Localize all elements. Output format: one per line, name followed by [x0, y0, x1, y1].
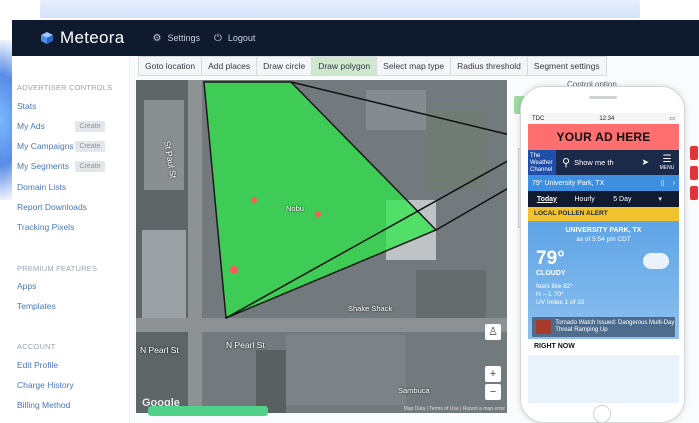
map-attribution[interactable]: Map Data | Terms of Use | Report a map e… — [404, 406, 505, 412]
weather-place: UNIVERSITY PARK, TX — [565, 227, 642, 234]
sidebar-item-my-segments[interactable]: My Segments — [17, 161, 69, 171]
cloud-icon — [643, 253, 669, 269]
section-account: ACCOUNT — [17, 342, 56, 351]
weather-app-header: The Weather Channel ⚲ Show me th ➤ ☰ MEN… — [528, 150, 679, 175]
tab-hourly[interactable]: Hourly — [566, 196, 604, 203]
red-tab-1[interactable] — [690, 146, 698, 160]
sidebar-item-billing-method[interactable]: Billing Method — [17, 400, 70, 410]
phone-status-bar: TDC 12:34 ▭ — [528, 113, 679, 124]
current-conditions: UNIVERSITY PARK, TX as of 5:54 pm CDT 79… — [528, 221, 679, 339]
weather-condition: CLOUDY — [536, 270, 566, 277]
location-label: 79° University Park, TX — [532, 179, 605, 187]
street-label-pearl-2: N Pearl St — [226, 340, 265, 350]
search-icon: ⚲ — [562, 157, 571, 169]
red-tab-3[interactable] — [690, 186, 698, 200]
section-advertiser-controls: ADVERTISER CONTROLS — [17, 83, 113, 92]
zoom-in-button[interactable]: + — [485, 366, 501, 382]
tool-segment-settings[interactable]: Segment settings — [528, 57, 606, 75]
sidebar-item-apps[interactable]: Apps — [17, 281, 36, 291]
power-icon: ⏻ — [213, 32, 222, 44]
sidebar-item-edit-profile[interactable]: Edit Profile — [17, 360, 58, 370]
sidebar-item-tracking-pixels[interactable]: Tracking Pixels — [17, 222, 74, 232]
carrier-label: TDC — [532, 115, 545, 122]
tool-add-places[interactable]: Add places — [202, 57, 258, 75]
create-campaign-button[interactable]: Create — [75, 141, 105, 152]
sidebar-item-report-downloads[interactable]: Report Downloads — [17, 202, 87, 212]
tool-select-map-type[interactable]: Select map type — [377, 57, 452, 75]
poi-shake-shack[interactable]: Shake Shack — [348, 304, 392, 313]
chevron-down-icon[interactable]: ▾ — [641, 195, 679, 203]
bookmark-icon[interactable]: ▯ — [661, 179, 665, 187]
sidebar-item-my-campaigns[interactable]: My Campaigns — [17, 141, 74, 151]
red-tab-2[interactable] — [690, 166, 698, 180]
battery-icon: ▭ — [669, 116, 675, 122]
menu-label: MENU — [659, 164, 675, 171]
pegman-icon[interactable]: ♙ — [485, 324, 501, 340]
weather-channel-logo[interactable]: The Weather Channel — [528, 150, 556, 175]
hi-lo: H -- L 70° — [536, 291, 564, 298]
street-label-pearl-1: N Pearl St — [140, 345, 179, 355]
create-ad-button[interactable]: Create — [75, 121, 105, 132]
zoom-out-button[interactable]: − — [485, 384, 501, 400]
map-toolbar: Goto location Add places Draw circle Dra… — [138, 56, 607, 76]
tool-goto-location[interactable]: Goto location — [139, 57, 203, 75]
sidebar-item-my-ads[interactable]: My Ads — [17, 121, 45, 131]
menu-button[interactable]: ☰ MENU — [655, 153, 679, 171]
location-arrow-icon[interactable]: ➤ — [641, 157, 649, 168]
satellite-map[interactable]: St Paul St N Pearl St N Pearl St Nobu Sh… — [136, 80, 507, 413]
news-headline: Tornado Watch Issued: Dangerous Multi-Da… — [555, 320, 675, 333]
search-placeholder: Show me th — [574, 158, 614, 167]
news-item[interactable]: Tornado Watch Issued: Dangerous Multi-Da… — [532, 317, 675, 337]
nav-settings[interactable]: ⚙ Settings — [152, 33, 200, 44]
clock-label: 12:34 — [599, 115, 615, 122]
feels-like: feels like 82° — [536, 283, 573, 290]
location-row[interactable]: 79° University Park, TX ▯ › — [528, 175, 679, 191]
weather-search[interactable]: ⚲ Show me th — [556, 156, 641, 169]
uv-index: UV Index 1 of 10 — [536, 299, 585, 306]
forecast-tabs: Today Hourly 5 Day ▾ — [528, 191, 679, 207]
weather-details: feels like 82° H -- L 70° UV Index 1 of … — [536, 283, 584, 307]
brand-name: Meteora — [60, 28, 125, 47]
brand-logo[interactable]: Meteora — [40, 28, 124, 48]
section-premium-features: PREMIUM FEATURES — [17, 264, 98, 273]
gear-icon: ⚙ — [152, 32, 162, 44]
phone-home-button — [593, 405, 611, 422]
weather-asof: as of 5:54 pm CDT — [576, 236, 631, 243]
nav-logout[interactable]: ⏻ Logout — [214, 33, 255, 44]
cube-logo-icon — [41, 32, 53, 44]
sidebar-item-stats[interactable]: Stats — [17, 101, 36, 111]
sidebar-item-charge-history[interactable]: Charge History — [17, 380, 74, 390]
poi-sambuca[interactable]: Sambuca — [398, 386, 430, 395]
create-segment-button[interactable]: Create — [75, 161, 105, 172]
sidebar: ADVERTISER CONTROLS Stats My Ads Create … — [12, 56, 130, 423]
chevron-right-icon[interactable]: › — [673, 180, 675, 187]
tab-today[interactable]: Today — [528, 196, 566, 203]
hamburger-icon: ☰ — [662, 153, 672, 165]
phone-speaker — [589, 96, 617, 99]
pollen-alert[interactable]: LOCAL POLLEN ALERT — [528, 207, 679, 221]
sidebar-item-templates[interactable]: Templates — [17, 301, 56, 311]
current-temperature: 79° — [536, 248, 565, 269]
sidebar-item-domain-lists[interactable]: Domain Lists — [17, 182, 66, 192]
news-thumbnail — [536, 320, 552, 334]
right-now-heading: RIGHT NOW — [528, 339, 679, 355]
nav-settings-label: Settings — [167, 33, 200, 43]
poi-nobu[interactable]: Nobu — [286, 204, 304, 213]
save-segment-button[interactable] — [148, 406, 268, 416]
tool-draw-circle[interactable]: Draw circle — [257, 57, 313, 75]
ad-banner[interactable]: YOUR AD HERE — [528, 124, 679, 150]
top-navbar: Meteora ⚙ Settings ⏻ Logout — [12, 20, 699, 56]
tab-5-day[interactable]: 5 Day — [604, 196, 642, 203]
nav-logout-label: Logout — [227, 33, 256, 43]
phone-screen: TDC 12:34 ▭ YOUR AD HERE The Weather Cha… — [528, 113, 679, 403]
tool-radius-threshold[interactable]: Radius threshold — [451, 57, 528, 75]
map-imagery — [136, 80, 507, 413]
backdrop-top — [40, 0, 640, 18]
phone-mockup: TDC 12:34 ▭ YOUR AD HERE The Weather Cha… — [520, 86, 685, 423]
tool-draw-polygon[interactable]: Draw polygon — [312, 57, 378, 75]
